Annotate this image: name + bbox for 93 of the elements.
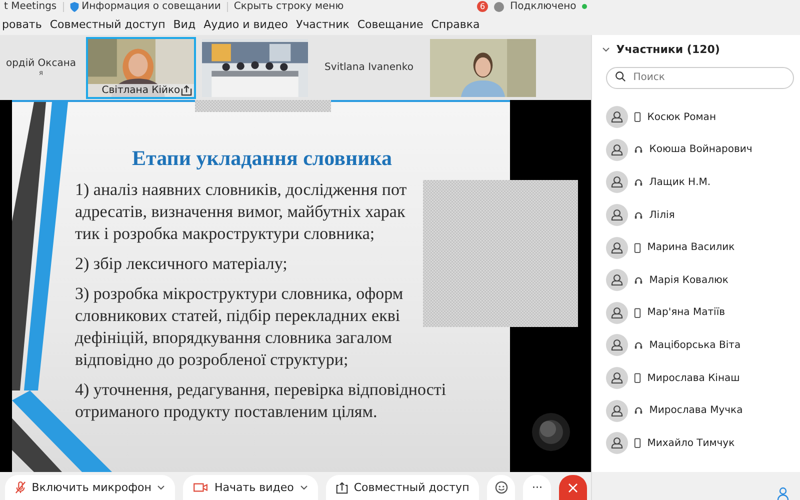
- slide-text: тик і розробка макроструктури словника;: [75, 223, 376, 245]
- slide-text: відповідно до розробленої структури;: [75, 349, 350, 371]
- participant-name: Мирослава Мучка: [649, 405, 743, 416]
- menu-item[interactable]: Аудио и видео: [204, 18, 288, 30]
- person-icon[interactable]: [776, 486, 790, 500]
- avatar-icon: [606, 334, 628, 356]
- share-icon: [336, 482, 348, 494]
- avatar-icon: [606, 204, 628, 226]
- menu-item[interactable]: Совещание: [357, 18, 424, 30]
- share-icon[interactable]: [181, 84, 192, 96]
- participant-row[interactable]: Косюк Роман: [592, 101, 800, 134]
- participant-name: ордій Оксана: [6, 58, 76, 69]
- headset-icon: [634, 340, 644, 350]
- avatar-icon: [606, 302, 628, 324]
- participant-row[interactable]: Лілія: [592, 198, 800, 232]
- slide-text: 2) збір лексичного матеріалу;: [75, 253, 288, 275]
- avatar-icon: [606, 236, 628, 259]
- slide-title: Етапи укладання словника: [132, 146, 393, 171]
- participant-row[interactable]: Мирослава Мучка: [592, 394, 800, 427]
- participant-name: Коюша Войнарович: [649, 144, 752, 156]
- notification-badge: 6: [477, 1, 488, 12]
- slide-text: 4) уточнення, редагування, перевірка відповідності: [75, 379, 448, 401]
- smiley-icon: [494, 481, 508, 494]
- participant-name: Svitlana Ivanenko: [324, 62, 414, 73]
- participant-name: Марина Василик: [647, 242, 735, 254]
- headset-icon: [634, 276, 644, 285]
- avatar-icon: [606, 106, 628, 128]
- participant-name: Косюк Роман: [647, 112, 716, 123]
- menu-item[interactable]: Вид: [173, 18, 196, 30]
- participant-name: Марія Ковалюк: [649, 274, 728, 286]
- menu-item[interactable]: ровать: [2, 18, 42, 30]
- slide-text: отриманого продукту поставленим цілям.: [75, 401, 378, 423]
- microphone-button[interactable]: Включить микрофон: [4, 475, 176, 500]
- phone-icon: [634, 438, 642, 448]
- participant-name: Мирослава Кінаш: [647, 372, 740, 384]
- headset-icon: [634, 210, 644, 220]
- phone-icon: [634, 112, 642, 122]
- phone-icon: [634, 308, 642, 318]
- avatar-icon: [606, 432, 628, 454]
- connected-dot-icon: [582, 4, 588, 9]
- headset-icon: [634, 145, 644, 154]
- chevron-icon: [602, 46, 610, 52]
- headset-icon: [634, 406, 644, 416]
- phone-icon: [634, 373, 642, 384]
- meeting-info-button[interactable]: Информация о совещании: [70, 1, 221, 12]
- headset-icon: [634, 178, 644, 187]
- hide-menu-button[interactable]: Скрыть строку меню: [234, 1, 344, 12]
- menu-item[interactable]: Справка: [431, 18, 480, 30]
- caret-icon: [300, 485, 308, 490]
- leave-button[interactable]: [559, 475, 588, 500]
- video-tile[interactable]: Світлана Кійко: [86, 36, 196, 98]
- app-title: t Meetings: [4, 1, 57, 12]
- slide-text: адресатів, визначення вимог, майбутніх харак: [75, 201, 406, 223]
- caret-icon: [157, 485, 166, 490]
- participant-name: Лащик Н.М.: [649, 176, 711, 188]
- slide-text: 3) розробка мікроструктури словника, оформ: [75, 283, 404, 305]
- participants-title: Участники (120): [616, 42, 720, 56]
- avatar-icon: [606, 171, 628, 194]
- share-button[interactable]: Совместный доступ: [326, 475, 480, 500]
- menu-item[interactable]: Совместный доступ: [50, 18, 166, 30]
- close-icon: [568, 482, 578, 492]
- menu-item[interactable]: Участник: [296, 18, 350, 30]
- search-field[interactable]: Поиск: [606, 66, 794, 88]
- slide-text: 1) аналіз наявних словників, дослідження пот: [75, 179, 408, 201]
- participant-name: Світлана Кійко: [88, 84, 194, 96]
- avatar-icon: [606, 269, 628, 292]
- avatar-icon: [606, 400, 628, 422]
- participant-name: Михайло Тимчук: [647, 438, 735, 449]
- video-off-icon: [193, 482, 208, 493]
- more-button[interactable]: ···: [523, 475, 552, 500]
- video-button[interactable]: Начать видео: [183, 475, 318, 500]
- participant-row[interactable]: Михайло Тимчук: [592, 426, 800, 460]
- participant-row[interactable]: Марія Ковалюк: [592, 264, 800, 297]
- avatar-icon: [606, 138, 628, 161]
- slide-text: дефініцій, впорядкування словника загалом: [75, 327, 393, 349]
- avatar-icon: [606, 367, 628, 390]
- participant-row[interactable]: Марина Василик: [592, 231, 800, 264]
- phone-icon: [634, 242, 642, 253]
- reactions-button[interactable]: [487, 475, 516, 500]
- participant-name: Мар'яна Матіїв: [647, 307, 726, 318]
- participant-row[interactable]: Мар'яна Матіїв: [592, 296, 800, 330]
- status-icon: [494, 2, 504, 12]
- shield-icon: [70, 2, 79, 12]
- participant-name: Маціборська Віта: [649, 340, 741, 351]
- participant-row[interactable]: Лащик Н.М.: [592, 166, 800, 199]
- participant-name: Лілія: [649, 210, 675, 221]
- camera-lens-icon: [531, 412, 571, 452]
- participant-row[interactable]: Маціборська Віта: [592, 329, 800, 362]
- muted-mic-icon: [14, 481, 26, 494]
- connection-status: Подключено: [510, 1, 576, 12]
- participant-row[interactable]: Мирослава Кінаш: [592, 362, 800, 394]
- slide-text: словникових статей, підбір перекладних екві: [75, 305, 402, 327]
- participant-row[interactable]: Коюша Войнарович: [592, 134, 800, 166]
